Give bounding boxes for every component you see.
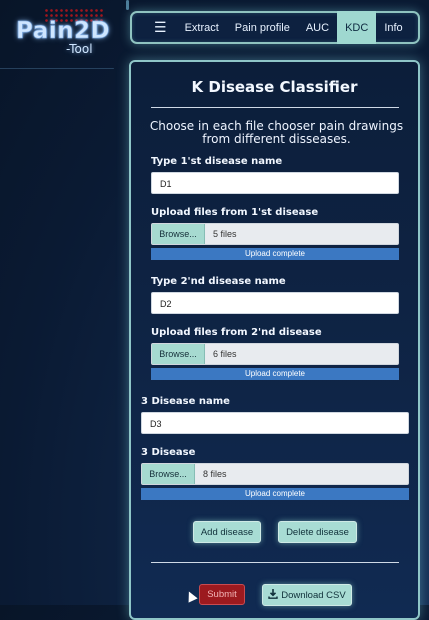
logo-text: Pain2D	[16, 18, 111, 45]
app-logo: Pain2D -Tool	[14, 6, 124, 58]
disease-1-file-chooser[interactable]: Browse... 5 files	[151, 223, 399, 245]
delete-disease-button[interactable]: Delete disease	[278, 521, 357, 543]
background-glow-line	[0, 68, 114, 69]
download-csv-label: Download CSV	[281, 589, 346, 601]
add-disease-button[interactable]: Add disease	[193, 521, 261, 543]
top-navbar: ☰ Extract Pain profile AUC KDC Info	[130, 11, 420, 44]
disease-1-browse-button[interactable]: Browse...	[152, 224, 205, 244]
disease-1-name-label: Type 1'st disease name	[151, 156, 283, 167]
nav-item-auc[interactable]: AUC	[298, 11, 337, 44]
disease-2-progress-text: Upload complete	[244, 369, 306, 378]
nav-item-kdc[interactable]: KDC	[337, 11, 377, 44]
disease-3-browse-button[interactable]: Browse...	[142, 464, 195, 484]
disease-2-file-count: 6 files	[213, 349, 237, 359]
disease-1-name-input[interactable]: D1	[151, 172, 399, 194]
title-divider	[151, 107, 399, 108]
nav-item-extract[interactable]: Extract	[177, 11, 227, 44]
nav-item-pain-profile[interactable]: Pain profile	[227, 11, 298, 44]
disease-2-browse-button[interactable]: Browse...	[152, 344, 205, 364]
actions-divider	[151, 562, 399, 563]
disease-1-upload-label: Upload files from 1'st disease	[151, 207, 319, 218]
disease-2-file-chooser[interactable]: Browse... 6 files	[151, 343, 399, 365]
instructions-text: Choose in each file chooser pain drawing…	[149, 119, 404, 146]
classifier-panel: K Disease Classifier Choose in each file…	[129, 60, 420, 620]
submit-button[interactable]: Submit	[199, 584, 245, 605]
nav-item-info[interactable]: Info	[376, 11, 410, 44]
disease-2-name-input[interactable]: D2	[151, 292, 399, 314]
menu-icon[interactable]: ☰	[146, 11, 177, 44]
disease-3-progress-bar: Upload complete	[141, 488, 409, 500]
background-glow-line	[126, 0, 129, 10]
disease-3-file-chooser[interactable]: Browse... 8 files	[141, 463, 409, 485]
disease-3-file-count: 8 files	[203, 469, 227, 479]
logo-subtext: -Tool	[66, 42, 93, 56]
disease-1-progress-text: Upload complete	[244, 249, 306, 258]
disease-3-name-label: 3 Disease name	[141, 396, 230, 407]
disease-2-name-label: Type 2'nd disease name	[151, 276, 286, 287]
disease-3-name-input[interactable]: D3	[141, 412, 409, 434]
download-icon	[268, 588, 278, 602]
disease-2-progress-bar: Upload complete	[151, 368, 399, 380]
download-csv-button[interactable]: Download CSV	[262, 584, 352, 606]
disease-3-upload-label: 3 Disease	[141, 447, 196, 458]
panel-title: K Disease Classifier	[191, 78, 358, 96]
disease-3-progress-text: Upload complete	[244, 489, 306, 498]
disease-1-progress-bar: Upload complete	[151, 248, 399, 260]
disease-1-file-count: 5 files	[213, 229, 237, 239]
disease-2-upload-label: Upload files from 2'nd disease	[151, 327, 322, 338]
